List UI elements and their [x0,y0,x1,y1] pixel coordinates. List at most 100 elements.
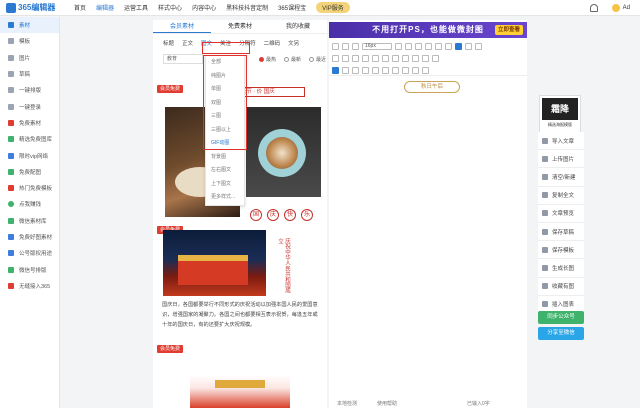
undo-icon[interactable] [332,42,339,50]
bold-icon[interactable] [395,42,402,50]
vip-button[interactable]: VIP服务 [316,2,350,13]
align-center-icon[interactable] [342,66,349,74]
ordered-list-icon[interactable] [342,54,349,62]
text-dir-icon[interactable] [412,66,419,74]
coffee-photo[interactable] [246,107,321,197]
hr-icon[interactable] [382,54,389,62]
strike-icon[interactable] [425,42,432,50]
color-icon[interactable] [435,42,442,50]
local-check[interactable]: 本地检测 [337,400,357,407]
align-justify-icon[interactable] [362,66,369,74]
editor-ad-banner[interactable]: 不用打开PS，也能做微封图 立即查看 [329,22,527,38]
avatar[interactable] [611,3,620,12]
bell-icon[interactable] [589,3,598,12]
sync-wechat-button[interactable]: 同步公众号 [538,311,584,324]
sidebar-item-free-material[interactable]: 免费素材 [0,115,59,131]
format-icon[interactable] [455,42,462,50]
dropdown-item[interactable]: 背景图 [206,151,244,165]
nav-home[interactable]: 首页 [74,3,86,12]
quote-icon[interactable] [372,54,379,62]
filter-select[interactable]: 教育 [163,54,203,64]
cat-divider[interactable]: 分隔符 [239,39,256,47]
save-template-button[interactable]: 保存模板 [538,241,584,260]
sidebar-item-layout[interactable]: 一键排版 [0,82,59,98]
sidebar-item-image[interactable]: 图片 [0,50,59,66]
save-draft-button[interactable]: 保存草稿 [538,222,584,242]
fullscreen-icon[interactable] [432,54,439,62]
dropdown-item-gif[interactable]: GIF动图 [206,137,244,151]
preview-button[interactable]: 文章预览 [538,204,584,223]
clear-new-button[interactable]: 清空/新建 [538,168,584,187]
bg-color-icon[interactable] [445,42,452,50]
cat-image-text[interactable]: 图文 [201,39,212,47]
dropdown-item[interactable]: 三图以上 [206,124,244,138]
sidebar-item-login[interactable]: 一键登录 [0,98,59,114]
paragraph-icon[interactable] [402,66,409,74]
sidebar-item-template[interactable]: 模板 [0,33,59,49]
margin-icon[interactable] [392,66,399,74]
letter-spacing-icon[interactable] [382,66,389,74]
sidebar-item-vip-net[interactable]: 限时vip网络 [0,147,59,163]
indent-icon[interactable] [352,54,359,62]
redo-icon[interactable] [342,42,349,50]
dropdown-item[interactable]: 全部 [206,56,244,70]
tiananmen-photo[interactable] [163,230,266,296]
code-icon[interactable] [412,54,419,62]
upload-image-button[interactable]: 上传图片 [538,150,584,169]
link-icon[interactable] [465,42,472,50]
nav-editor[interactable]: 编辑器 [96,3,114,12]
sidebar-item-wechat-layout[interactable]: 微信号排版 [0,261,59,277]
sidebar-item-access[interactable]: 无缝接入365 [0,278,59,294]
list-icon[interactable] [332,54,339,62]
radio-hot[interactable]: 最热 [259,56,276,63]
sidebar-item-gallery[interactable]: 精选免费图库 [0,131,59,147]
tiananmen-photo-2[interactable] [190,375,290,408]
tab-member[interactable]: 会员素材 [153,20,211,33]
image-icon[interactable] [475,42,482,50]
underline-icon[interactable] [415,42,422,50]
dropdown-item[interactable]: 左右图文 [206,164,244,178]
user-name[interactable]: Ad [623,5,630,11]
find-icon[interactable] [422,54,429,62]
dropdown-item[interactable]: 纯图片 [206,70,244,84]
outdent-icon[interactable] [362,54,369,62]
sidebar-item-copyright[interactable]: 公号版权用途 [0,245,59,261]
align-right-icon[interactable] [352,66,359,74]
more-icon[interactable] [422,66,429,74]
tab-free[interactable]: 免费素材 [211,20,269,33]
sidebar-item-wechat-lib[interactable]: 微信素材库 [0,213,59,229]
line-height-icon[interactable] [372,66,379,74]
font-size-select[interactable]: 16px [362,42,392,50]
help-link[interactable]: 使用帮助 [377,400,397,407]
italic-icon[interactable] [405,42,412,50]
sidebar-item-free-image[interactable]: 免费配图 [0,164,59,180]
nav-content-center[interactable]: 内容中心 [192,3,216,12]
cat-qrcode[interactable]: 二维码 [264,39,281,47]
sidebar-item-free-good[interactable]: 免费好图素材 [0,229,59,245]
dropdown-item[interactable]: 三图 [206,110,244,124]
emoji-icon[interactable] [402,54,409,62]
nav-style-center[interactable]: 样式中心 [158,3,182,12]
cat-other[interactable]: 文另 [288,39,299,47]
editor-area[interactable] [329,20,527,408]
promo-poster[interactable]: 霜降 精选海报模版 [539,95,581,133]
cat-follow[interactable]: 关注 [220,39,231,47]
share-wechat-button[interactable]: 分享至微信 [538,327,584,340]
dropdown-item[interactable]: 双图 [206,97,244,111]
nav-douyin[interactable]: 黑科技抖音定制 [226,3,268,12]
dropdown-item[interactable]: 上下图文 [206,178,244,192]
table-icon[interactable] [392,54,399,62]
cat-title[interactable]: 标题 [163,39,174,47]
radio-new[interactable]: 最新 [284,56,301,63]
app-logo[interactable]: 365编辑器 [0,2,60,13]
clear-format-icon[interactable] [352,42,359,50]
copy-all-button[interactable]: 复制全文 [538,186,584,205]
tab-favorite[interactable]: 我的收藏 [269,20,327,33]
sidebar-item-earn[interactable]: 点我赚钱 [0,196,59,212]
dropdown-item[interactable]: 单图 [206,83,244,97]
long-image-button[interactable]: 生成长图 [538,259,584,278]
dropdown-item[interactable]: 更多样式... [206,191,244,205]
nav-course[interactable]: 365课程宝 [278,3,306,12]
sidebar-item-hot-template[interactable]: 热门免费模板 [0,180,59,196]
ad-button[interactable]: 立即查看 [494,25,523,35]
